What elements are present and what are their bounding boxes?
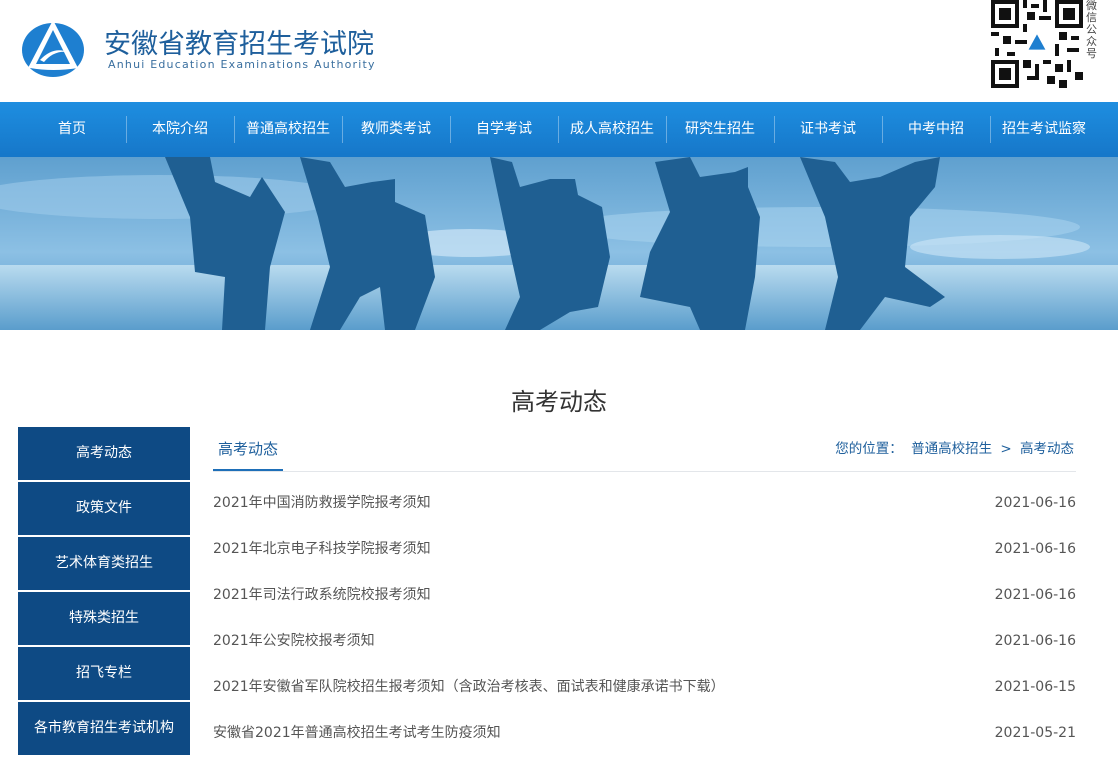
article-date: 2021-06-15 <box>994 679 1076 695</box>
site-title: 安徽省教育招生考试院 <box>104 29 374 60</box>
article-date: 2021-06-16 <box>994 587 1076 603</box>
nav-item-high-school[interactable]: 中考中招 <box>882 102 990 157</box>
site-header: 安徽省教育招生考试院 Anhui Education Examinations … <box>0 0 1118 102</box>
article-link[interactable]: 2021年中国消防救援学院报考须知 <box>213 482 431 524</box>
list-item: 2021年中国消防救援学院报考须知 2021-06-16 <box>213 482 1076 528</box>
article-link[interactable]: 2021年司法行政系统院校报考须知 <box>213 574 431 616</box>
nav-item-home[interactable]: 首页 <box>18 102 126 157</box>
breadcrumb-separator: > <box>1000 441 1012 457</box>
breadcrumb-parent[interactable]: 普通高校招生 <box>911 441 992 457</box>
nav-item-adult-college[interactable]: 成人高校招生 <box>558 102 666 157</box>
nav-item-supervision[interactable]: 招生考试监察 <box>990 102 1098 157</box>
main-nav: 首页 本院介绍 普通高校招生 教师类考试 自学考试 成人高校招生 研究生招生 证… <box>0 102 1118 157</box>
article-date: 2021-05-21 <box>994 725 1076 741</box>
qr-code-label: 微信公众号 <box>1086 0 1097 60</box>
banner-image <box>0 157 1118 330</box>
logo-icon[interactable] <box>20 16 86 78</box>
sidebar-item-city-agencies[interactable]: 各市教育招生考试机构 <box>18 702 190 755</box>
list-item: 安徽省2021年普通高校招生考试考生防疫须知 2021-05-21 <box>213 712 1076 758</box>
article-date: 2021-06-16 <box>994 541 1076 557</box>
article-link[interactable]: 安徽省2021年普通高校招生考试考生防疫须知 <box>213 712 501 754</box>
nav-item-about[interactable]: 本院介绍 <box>126 102 234 157</box>
nav-item-self-study-exam[interactable]: 自学考试 <box>450 102 558 157</box>
nav-item-college-admission[interactable]: 普通高校招生 <box>234 102 342 157</box>
article-list: 2021年中国消防救援学院报考须知 2021-06-16 2021年北京电子科技… <box>213 482 1076 758</box>
sidebar: 高考动态 政策文件 艺术体育类招生 特殊类招生 招飞专栏 各市教育招生考试机构 <box>18 427 190 757</box>
article-link[interactable]: 2021年北京电子科技学院报考须知 <box>213 528 431 570</box>
list-item: 2021年司法行政系统院校报考须知 2021-06-16 <box>213 574 1076 620</box>
sidebar-item-policy[interactable]: 政策文件 <box>18 482 190 535</box>
page-title: 高考动态 <box>511 388 607 416</box>
nav-item-teacher-exam[interactable]: 教师类考试 <box>342 102 450 157</box>
sidebar-item-special[interactable]: 特殊类招生 <box>18 592 190 645</box>
article-date: 2021-06-16 <box>994 633 1076 649</box>
sidebar-item-arts-sports[interactable]: 艺术体育类招生 <box>18 537 190 590</box>
breadcrumb-prefix: 您的位置： <box>835 441 903 457</box>
site-subtitle: Anhui Education Examinations Authority <box>108 58 376 71</box>
nav-item-certificate-exam[interactable]: 证书考试 <box>774 102 882 157</box>
sidebar-item-gaokao-news[interactable]: 高考动态 <box>18 427 190 480</box>
qr-code-icon <box>991 0 1083 88</box>
sidebar-item-pilot[interactable]: 招飞专栏 <box>18 647 190 700</box>
nav-item-graduate[interactable]: 研究生招生 <box>666 102 774 157</box>
content-panel: 高考动态 您的位置： 普通高校招生 > 高考动态 2021年中国消防救援学院报考… <box>213 427 1076 758</box>
list-item: 2021年安徽省军队院校招生报考须知（含政治考核表、面试表和健康承诺书下载） 2… <box>213 666 1076 712</box>
tab-bar: 高考动态 您的位置： 普通高校招生 > 高考动态 <box>213 427 1076 472</box>
article-link[interactable]: 2021年公安院校报考须知 <box>213 620 375 662</box>
breadcrumb: 您的位置： 普通高校招生 > 高考动态 <box>833 427 1076 471</box>
article-date: 2021-06-16 <box>994 495 1076 511</box>
list-item: 2021年公安院校报考须知 2021-06-16 <box>213 620 1076 666</box>
article-link[interactable]: 2021年安徽省军队院校招生报考须知（含政治考核表、面试表和健康承诺书下载） <box>213 666 725 708</box>
breadcrumb-current[interactable]: 高考动态 <box>1020 441 1074 457</box>
tab-gaokao-news[interactable]: 高考动态 <box>213 427 284 471</box>
list-item: 2021年北京电子科技学院报考须知 2021-06-16 <box>213 528 1076 574</box>
